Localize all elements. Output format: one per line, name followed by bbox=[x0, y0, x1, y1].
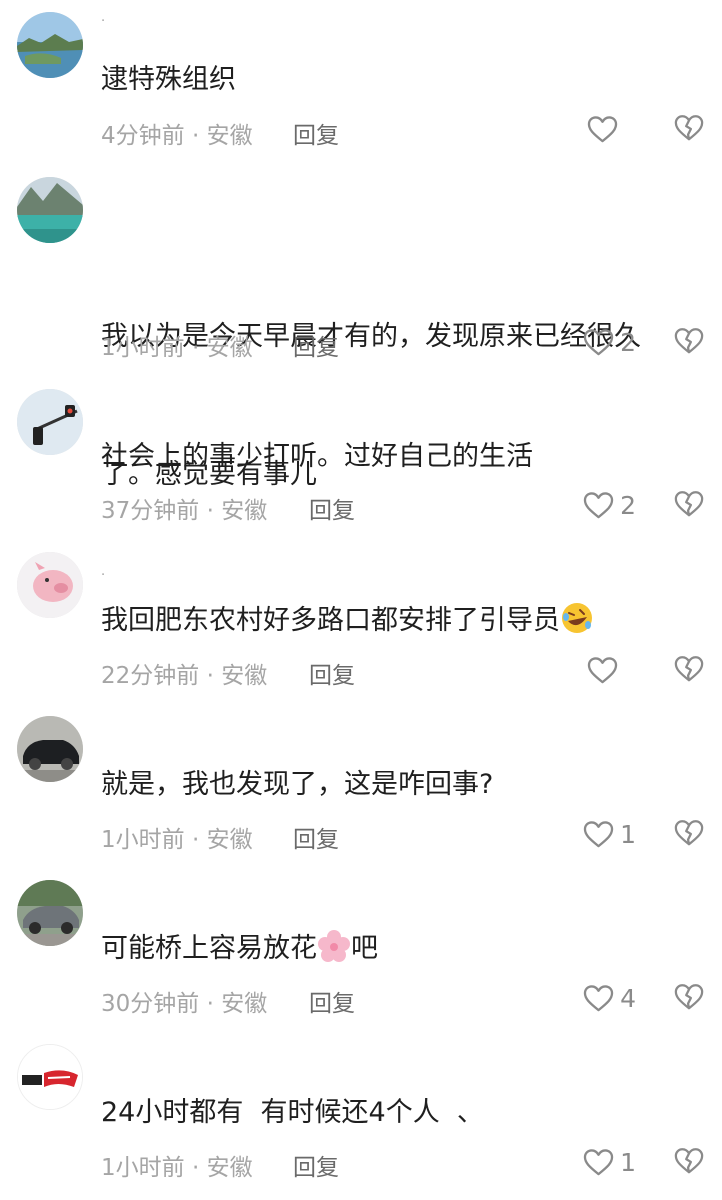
heart-outline-icon bbox=[583, 984, 614, 1013]
reply-button[interactable]: 回复 bbox=[309, 491, 355, 525]
user-avatar[interactable] bbox=[17, 880, 83, 946]
comment-text: 逮特殊组织 bbox=[101, 64, 236, 95]
meta-separator: · bbox=[184, 827, 207, 853]
like-button[interactable]: 1 bbox=[583, 818, 636, 850]
comment-text: 我回肥东农村好多路口都安排了引导员 bbox=[101, 598, 706, 644]
user-nickname[interactable]: · bbox=[101, 14, 105, 29]
meta-separator: · bbox=[199, 663, 222, 689]
like-count: 1 bbox=[620, 819, 636, 849]
dislike-button[interactable] bbox=[674, 113, 704, 143]
rofl-emoji bbox=[560, 601, 594, 635]
meta-separator: · bbox=[184, 1155, 207, 1181]
broken-heart-icon bbox=[674, 326, 704, 356]
user-avatar[interactable] bbox=[17, 552, 83, 618]
like-button[interactable]: 2 bbox=[583, 489, 636, 521]
reply-button[interactable]: 回复 bbox=[293, 1148, 339, 1182]
broken-heart-icon bbox=[674, 982, 704, 1012]
traffic-light-avatar bbox=[17, 389, 83, 455]
comment-time: 1小时前 bbox=[101, 335, 185, 361]
heart-outline-icon bbox=[583, 328, 614, 357]
reply-button[interactable]: 回复 bbox=[293, 820, 339, 854]
comment-meta: 1小时前 · 安徽 bbox=[101, 328, 253, 362]
dislike-button[interactable] bbox=[674, 326, 704, 356]
dislike-button[interactable] bbox=[674, 818, 704, 848]
black-car-avatar bbox=[17, 716, 83, 782]
user-avatar[interactable] bbox=[17, 12, 83, 78]
comment-text: 可能桥上容易放花 吧 bbox=[101, 926, 706, 972]
user-avatar[interactable] bbox=[17, 177, 83, 243]
meta-separator: · bbox=[199, 991, 222, 1017]
comment-location: 安徽 bbox=[221, 991, 268, 1017]
cherry-blossom-emoji bbox=[317, 929, 351, 963]
reply-button[interactable]: 回复 bbox=[309, 656, 355, 690]
comment-text: 24小时都有 有时候还4个人 、 bbox=[101, 1097, 484, 1128]
comment-location: 安徽 bbox=[206, 123, 253, 149]
comment-location: 安徽 bbox=[206, 335, 253, 361]
heart-outline-icon bbox=[583, 820, 614, 849]
comment-text: 就是，我也发现了，这是咋回事? bbox=[101, 769, 494, 800]
comment-text-content: 我回肥东农村好多路口都安排了引导员 bbox=[101, 605, 560, 636]
reply-button[interactable]: 回复 bbox=[293, 328, 339, 362]
lake-landscape-avatar bbox=[17, 12, 83, 78]
user-nickname[interactable]: · bbox=[101, 568, 105, 583]
comment-meta: 37分钟前 · 安徽 bbox=[101, 491, 267, 525]
dislike-button[interactable] bbox=[674, 1146, 704, 1176]
like-count: 4 bbox=[620, 983, 636, 1013]
like-count: 2 bbox=[620, 490, 636, 520]
broken-heart-icon bbox=[674, 654, 704, 684]
comment-meta: 22分钟前 · 安徽 bbox=[101, 656, 267, 690]
mountain-lake-avatar bbox=[17, 177, 83, 243]
comment-meta: 4分钟前 · 安徽 bbox=[101, 116, 253, 150]
meta-separator: · bbox=[199, 498, 222, 524]
like-count: 2 bbox=[620, 327, 636, 357]
user-avatar[interactable] bbox=[17, 716, 83, 782]
dislike-button[interactable] bbox=[674, 489, 704, 519]
heart-outline-icon bbox=[583, 1148, 614, 1177]
comment-text: 我以为是今天早晨才有的，发现原来已经很久 了。感觉要有事儿 bbox=[101, 222, 706, 590]
comment-location: 安徽 bbox=[221, 663, 268, 689]
meta-separator: · bbox=[184, 123, 207, 149]
heart-outline-icon bbox=[587, 656, 618, 685]
like-button[interactable]: 4 bbox=[583, 982, 636, 1014]
comment-time: 1小时前 bbox=[101, 1155, 185, 1181]
comment-time: 4分钟前 bbox=[101, 123, 185, 149]
comment-meta: 30分钟前 · 安徽 bbox=[101, 984, 267, 1018]
comment-meta: 1小时前 · 安徽 bbox=[101, 1148, 253, 1182]
comment-text: 社会上的事少打听。过好自己的生活 bbox=[101, 441, 533, 472]
comment-time: 37分钟前 bbox=[101, 498, 200, 524]
dislike-button[interactable] bbox=[674, 654, 704, 684]
gray-car-avatar bbox=[17, 880, 83, 946]
comment-meta: 1小时前 · 安徽 bbox=[101, 820, 253, 854]
heart-outline-icon bbox=[583, 491, 614, 520]
comment-text-content: 吧 bbox=[351, 933, 378, 964]
comment-time: 1小时前 bbox=[101, 827, 185, 853]
broken-heart-icon bbox=[674, 1146, 704, 1176]
comment-location: 安徽 bbox=[206, 827, 253, 853]
dislike-button[interactable] bbox=[674, 982, 704, 1012]
broken-heart-icon bbox=[674, 489, 704, 519]
like-count: 1 bbox=[620, 1147, 636, 1177]
reply-button[interactable]: 回复 bbox=[309, 984, 355, 1018]
baiwei-logo-avatar bbox=[18, 1045, 82, 1109]
like-button[interactable]: 2 bbox=[583, 326, 636, 358]
comment-time: 30分钟前 bbox=[101, 991, 200, 1017]
comment-location: 安徽 bbox=[206, 1155, 253, 1181]
meta-separator: · bbox=[184, 335, 207, 361]
comment-text-content: 可能桥上容易放花 bbox=[101, 933, 317, 964]
comment-location: 安徽 bbox=[221, 498, 268, 524]
reply-button[interactable]: 回复 bbox=[293, 116, 339, 150]
piglet-avatar bbox=[17, 552, 83, 618]
heart-outline-icon bbox=[587, 115, 618, 144]
user-avatar[interactable] bbox=[17, 1044, 83, 1110]
like-button[interactable] bbox=[587, 113, 636, 145]
like-button[interactable]: 1 bbox=[583, 1146, 636, 1178]
user-avatar[interactable] bbox=[17, 389, 83, 455]
comment-time: 22分钟前 bbox=[101, 663, 200, 689]
like-button[interactable] bbox=[587, 654, 636, 686]
broken-heart-icon bbox=[674, 818, 704, 848]
broken-heart-icon bbox=[674, 113, 704, 143]
